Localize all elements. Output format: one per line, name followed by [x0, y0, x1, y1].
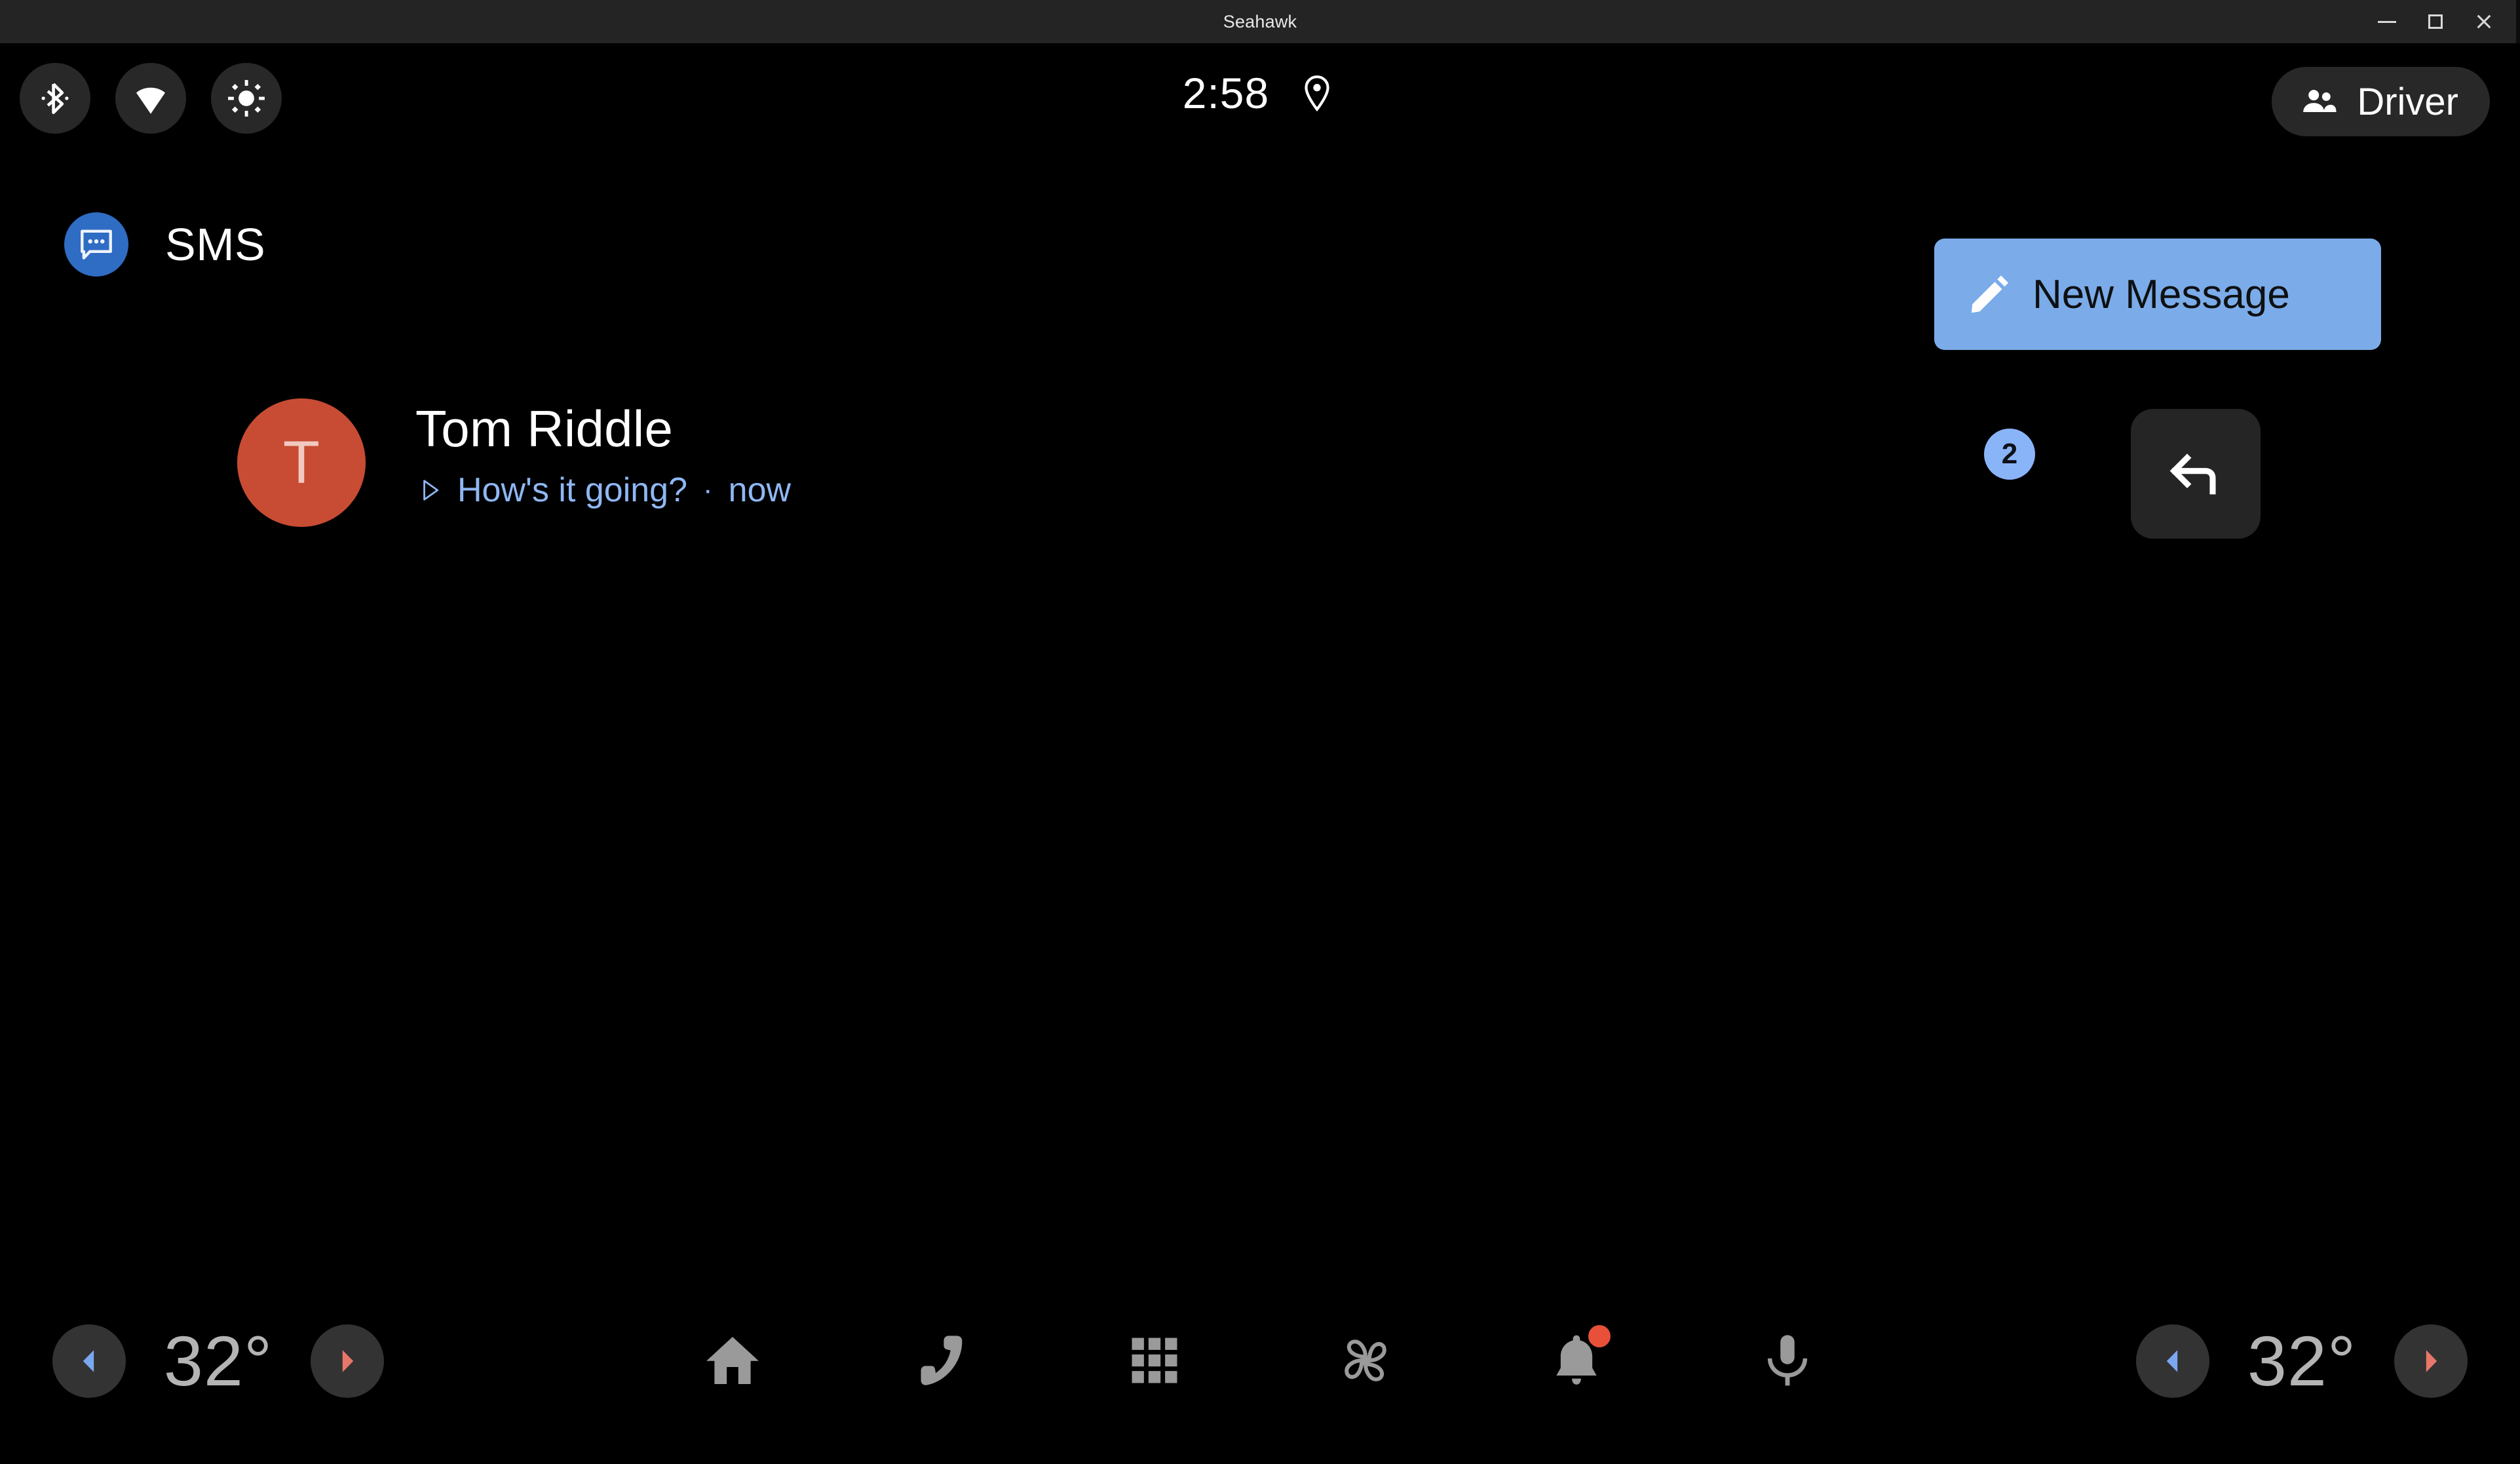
wifi-icon	[136, 87, 165, 114]
avatar: T	[237, 398, 366, 527]
window-edge	[2516, 0, 2520, 43]
passenger-temp-decrease-button[interactable]	[2136, 1324, 2209, 1398]
wifi-button[interactable]	[115, 63, 186, 134]
conversation-timestamp: now	[728, 471, 792, 509]
page-title: SMS	[165, 219, 266, 270]
close-button[interactable]	[2460, 0, 2508, 43]
status-right: Driver	[2272, 67, 2490, 136]
people-icon	[2303, 90, 2337, 113]
minimize-icon	[2378, 20, 2396, 23]
new-message-button[interactable]: New Message	[1934, 239, 2381, 350]
passenger-temperature-control: 32°	[2136, 1320, 2468, 1402]
passenger-temp-increase-button[interactable]	[2394, 1324, 2468, 1398]
conversation-preview: How's it going? · now	[415, 471, 791, 510]
minimize-button[interactable]	[2363, 0, 2411, 43]
window-title: Seahawk	[1223, 11, 1297, 31]
window-controls	[2363, 0, 2508, 43]
new-message-label: New Message	[2033, 271, 2290, 317]
bluetooth-icon	[41, 83, 69, 115]
conversation-sender-name: Tom Riddle	[415, 400, 674, 457]
microphone-icon	[1767, 1335, 1808, 1386]
phone-icon	[921, 1336, 963, 1385]
app-header: SMS New Message	[0, 201, 2520, 350]
unread-count-badge: 2	[1984, 429, 2035, 480]
conversation-preview-text: How's it going?	[457, 471, 687, 509]
status-bar: 2:58 Driver	[0, 43, 2520, 181]
apps-grid-icon	[1132, 1338, 1177, 1383]
brightness-button[interactable]	[211, 63, 282, 134]
fan-climate-icon	[1345, 1339, 1386, 1381]
clock: 2:58	[1182, 69, 1270, 117]
bottom-bar: 32° 32°	[0, 1281, 2520, 1464]
maximize-button[interactable]	[2411, 0, 2460, 43]
home-button[interactable]	[687, 1321, 778, 1400]
preview-separator: ·	[703, 473, 713, 506]
reply-arrow-icon	[2169, 453, 2216, 495]
window-titlebar: Seahawk	[0, 0, 2520, 43]
phone-button[interactable]	[898, 1321, 989, 1400]
sms-chat-bubble-icon	[64, 212, 128, 277]
status-quick-toggles	[20, 63, 282, 134]
pencil-edit-icon	[1972, 275, 2009, 313]
apps-grid-button[interactable]	[1109, 1321, 1200, 1400]
location-pin-icon	[1305, 75, 1329, 112]
conversation-list: T Tom Riddle How's it going? · now 2	[0, 371, 2520, 539]
conversation-text: Tom Riddle How's it going? · now	[415, 402, 791, 510]
status-center: 2:58	[0, 68, 2520, 118]
reply-button[interactable]	[2131, 409, 2261, 539]
avatar-initial: T	[282, 429, 320, 496]
driver-profile-button[interactable]: Driver	[2272, 67, 2490, 136]
driver-profile-label: Driver	[2357, 80, 2458, 123]
climate-button[interactable]	[1320, 1321, 1411, 1400]
bluetooth-button[interactable]	[20, 63, 90, 134]
chevron-right-icon	[2426, 1349, 2437, 1372]
brightness-icon	[228, 80, 265, 117]
maximize-icon	[2428, 14, 2443, 29]
play-triangle-icon	[423, 480, 439, 501]
chevron-left-icon	[2166, 1349, 2178, 1372]
voice-assistant-button[interactable]	[1742, 1321, 1833, 1400]
close-icon	[2477, 14, 2491, 29]
car-screen: 2:58 Driver SMS New Message T Tom Riddle…	[0, 43, 2520, 1464]
home-icon	[706, 1336, 759, 1385]
conversation-row[interactable]: T Tom Riddle How's it going? · now 2	[0, 371, 2520, 539]
passenger-temp-value: 32°	[2247, 1321, 2357, 1400]
notification-badge-dot	[1588, 1325, 1611, 1347]
app-identity: SMS	[64, 212, 265, 277]
notifications-button[interactable]	[1531, 1321, 1622, 1400]
